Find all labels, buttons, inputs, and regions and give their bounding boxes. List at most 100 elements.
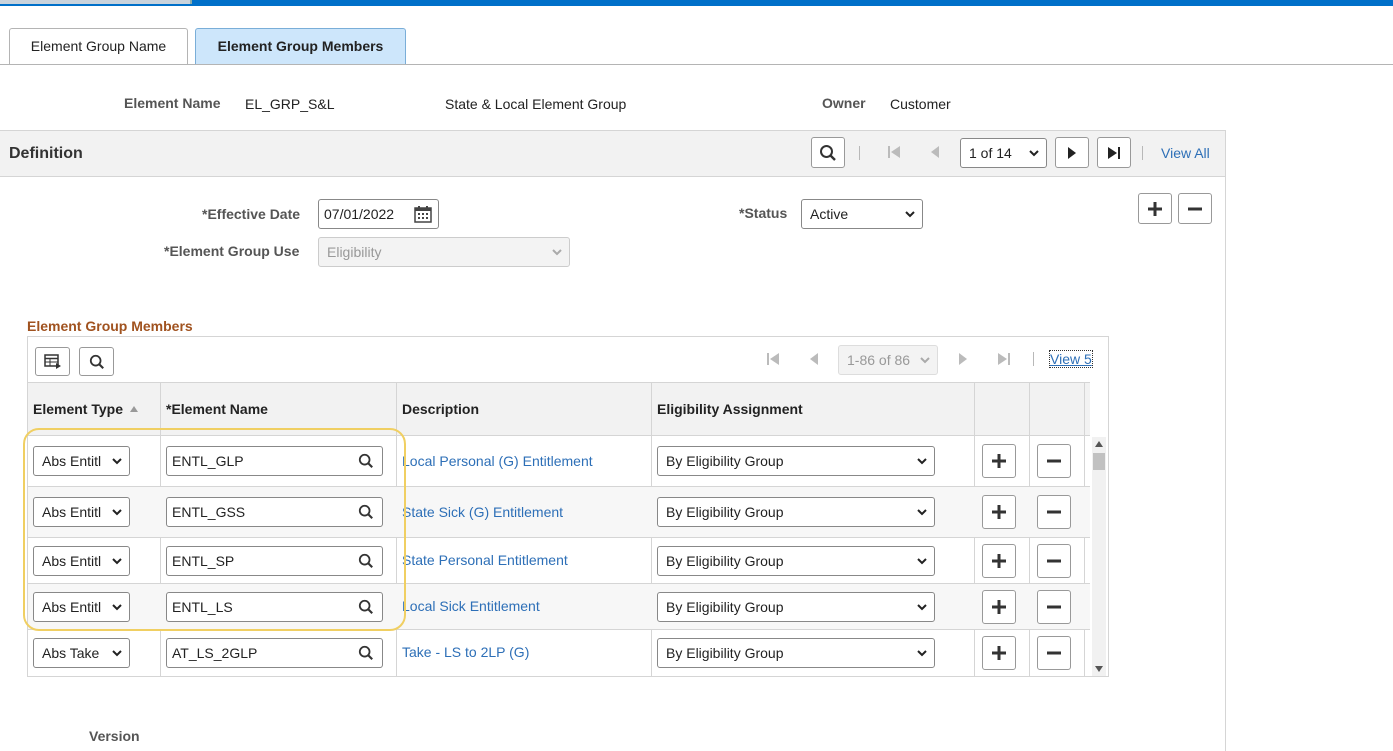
plus-icon <box>992 646 1006 660</box>
view-5-link[interactable]: View 5 <box>1049 350 1093 368</box>
members-section-title: Element Group Members <box>27 318 193 334</box>
tab-element-group-members[interactable]: Element Group Members <box>195 28 406 65</box>
separator <box>1142 146 1143 160</box>
col-element-type[interactable]: Element Type <box>33 401 138 417</box>
plus-icon <box>992 454 1006 468</box>
effective-date-label: *Effective Date <box>202 206 301 222</box>
scrollbar-thumb[interactable] <box>1093 453 1105 470</box>
status-select[interactable]: Active <box>801 199 923 229</box>
delete-member-row-button[interactable] <box>1037 444 1071 478</box>
add-row-button[interactable] <box>1138 193 1172 224</box>
lookup-search-icon[interactable] <box>358 504 374 520</box>
element-name-input[interactable]: ENTL_GLP <box>166 446 383 476</box>
eligibility-assignment-select[interactable]: By Eligibility Group <box>657 546 935 576</box>
search-icon <box>89 354 104 369</box>
last-page-button[interactable] <box>1097 137 1131 168</box>
element-description: State & Local Element Group <box>445 96 627 112</box>
chevron-down-icon <box>920 357 930 364</box>
next-page-icon <box>1068 146 1076 159</box>
calendar-icon[interactable] <box>414 205 432 223</box>
version-label: Version <box>89 728 140 744</box>
last-page-icon <box>1108 146 1120 159</box>
lookup-search-icon[interactable] <box>358 645 374 661</box>
sort-ascending-icon <box>130 406 138 412</box>
grid-search-button[interactable] <box>79 347 114 376</box>
previous-page-icon <box>810 353 818 365</box>
delete-row-button[interactable] <box>1178 193 1212 224</box>
scroll-up-icon[interactable] <box>1095 441 1103 447</box>
element-name-input[interactable]: AT_LS_2GLP <box>166 638 383 668</box>
add-member-row-button[interactable] <box>982 495 1016 529</box>
next-page-icon <box>959 353 967 365</box>
add-member-row-button[interactable] <box>982 590 1016 624</box>
delete-member-row-button[interactable] <box>1037 544 1071 578</box>
element-name-value: EL_GRP_S&L <box>245 96 335 112</box>
description-link[interactable]: State Personal Entitlement <box>402 552 568 568</box>
chevron-down-icon <box>917 509 927 516</box>
owner-label: Owner <box>822 95 866 111</box>
definition-page-value: 1 of 14 <box>969 145 1012 161</box>
delete-member-row-button[interactable] <box>1037 495 1071 529</box>
element-group-use-label: *Element Group Use <box>164 243 300 259</box>
lookup-search-icon[interactable] <box>358 553 374 569</box>
delete-member-row-button[interactable] <box>1037 590 1071 624</box>
chevron-down-icon <box>905 211 915 218</box>
search-icon <box>820 144 836 161</box>
effective-date-value: 07/01/2022 <box>324 206 395 222</box>
description-link[interactable]: Local Sick Entitlement <box>402 598 540 614</box>
description-link[interactable]: Take - LS to 2LP (G) <box>402 644 529 660</box>
description-link[interactable]: State Sick (G) Entitlement <box>402 504 563 520</box>
eligibility-assignment-select[interactable]: By Eligibility Group <box>657 638 935 668</box>
plus-icon <box>992 600 1006 614</box>
lookup-search-icon[interactable] <box>358 599 374 615</box>
chevron-down-icon <box>112 458 122 465</box>
separator <box>1033 352 1034 366</box>
add-member-row-button[interactable] <box>982 636 1016 670</box>
element-name-input[interactable]: ENTL_SP <box>166 546 383 576</box>
personalize-button[interactable] <box>35 347 70 376</box>
eligibility-assignment-select[interactable]: By Eligibility Group <box>657 446 935 476</box>
scroll-down-icon[interactable] <box>1095 666 1103 672</box>
plus-icon <box>1148 201 1162 216</box>
chevron-down-icon <box>112 558 122 565</box>
grid-scrollbar[interactable] <box>1092 437 1106 676</box>
element-type-select[interactable]: Abs Entitl <box>33 592 130 622</box>
definition-page-select[interactable]: 1 of 14 <box>960 138 1047 168</box>
minus-icon <box>1047 510 1061 514</box>
add-member-row-button[interactable] <box>982 544 1016 578</box>
grid-settings-icon <box>43 353 61 369</box>
element-type-select[interactable]: Abs Entitl <box>33 497 130 527</box>
next-page-button[interactable] <box>1055 137 1089 168</box>
element-type-select[interactable]: Abs Take <box>33 638 130 668</box>
definition-search-button[interactable] <box>811 137 845 168</box>
element-type-select[interactable]: Abs Entitl <box>33 546 130 576</box>
description-link[interactable]: Local Personal (G) Entitlement <box>402 453 593 469</box>
previous-page-icon <box>931 146 939 158</box>
chevron-down-icon <box>112 650 122 657</box>
view-all-link[interactable]: View All <box>1161 145 1210 161</box>
status-value: Active <box>810 206 849 222</box>
grid-header-row: Element Type *Element Name Description E… <box>28 382 1090 436</box>
col-element-name: *Element Name <box>166 401 268 417</box>
status-label: *Status <box>739 205 788 221</box>
chevron-down-icon <box>112 509 122 516</box>
element-name-input[interactable]: ENTL_LS <box>166 592 383 622</box>
chevron-down-icon <box>917 604 927 611</box>
tab-element-group-name[interactable]: Element Group Name <box>9 28 188 65</box>
top-accent-bar <box>0 0 1393 6</box>
chevron-down-icon <box>552 249 562 256</box>
eligibility-assignment-select[interactable]: By Eligibility Group <box>657 497 935 527</box>
chevron-down-icon <box>917 650 927 657</box>
effective-date-input[interactable]: 07/01/2022 <box>318 199 439 229</box>
delete-member-row-button[interactable] <box>1037 636 1071 670</box>
element-name-label: Element Name <box>124 95 221 111</box>
element-type-select[interactable]: Abs Entitl <box>33 446 130 476</box>
lookup-search-icon[interactable] <box>358 453 374 469</box>
add-member-row-button[interactable] <box>982 444 1016 478</box>
eligibility-assignment-select[interactable]: By Eligibility Group <box>657 592 935 622</box>
definition-right-border <box>1225 130 1226 751</box>
element-name-input[interactable]: ENTL_GSS <box>166 497 383 527</box>
separator <box>859 146 860 160</box>
col-eligibility-assignment: Eligibility Assignment <box>657 401 803 417</box>
first-page-icon <box>888 146 900 158</box>
